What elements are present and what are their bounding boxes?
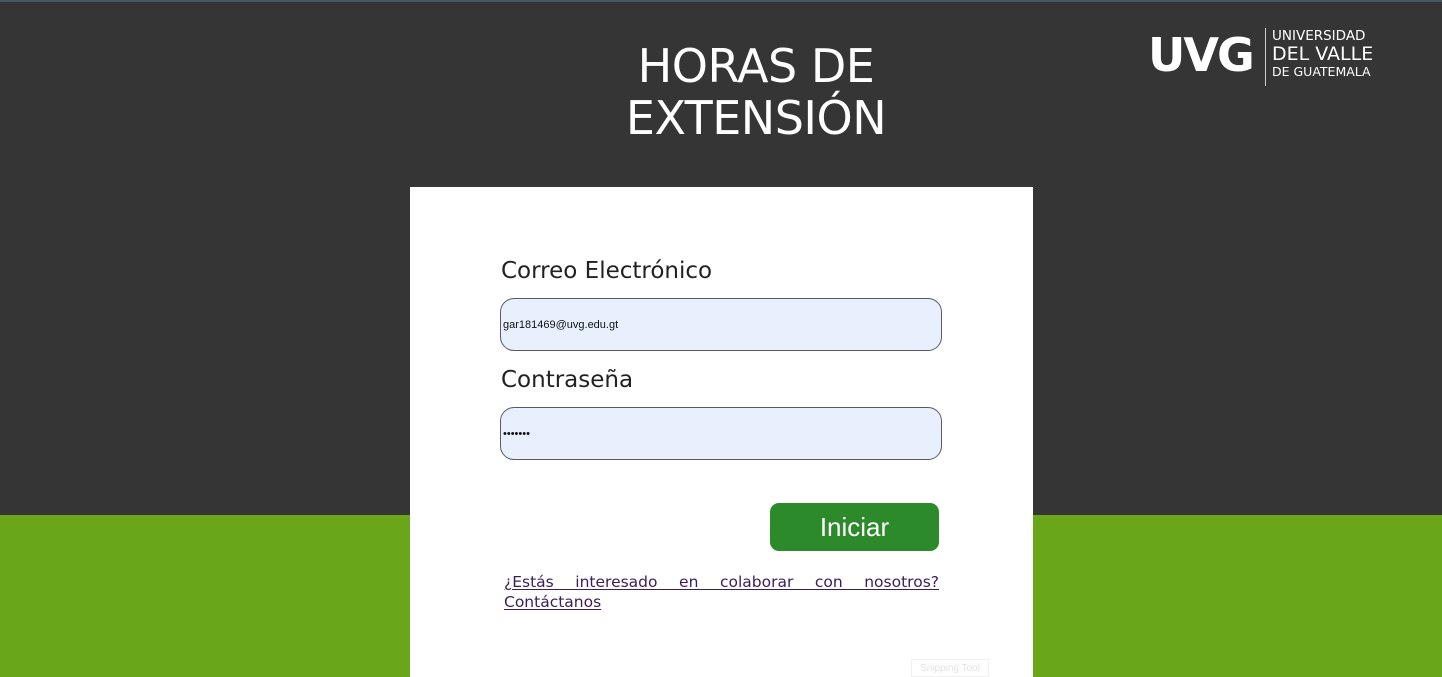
contact-link-container: ¿Estás interesado en colaborar con nosot…: [504, 572, 939, 612]
contact-link-line1: ¿Estás interesado en colaborar con nosot…: [504, 573, 939, 591]
logo-line1: UNIVERSIDAD: [1272, 28, 1366, 44]
login-button[interactable]: Iniciar: [770, 503, 939, 551]
password-label: Contraseña: [501, 367, 634, 393]
password-field[interactable]: [500, 407, 942, 460]
email-label: Correo Electrónico: [501, 258, 713, 284]
contact-link[interactable]: ¿Estás interesado en colaborar con nosot…: [504, 572, 939, 612]
login-page: HORAS DE EXTENSIÓN UVG UNIVERSIDAD DEL V…: [0, 0, 1442, 677]
uvg-logo: UVG UNIVERSIDAD DEL VALLE DE GUATEMALA: [1148, 26, 1388, 88]
logo-mark: UVG: [1148, 28, 1255, 82]
page-title-line2: EXTENSIÓN: [625, 91, 887, 145]
contact-link-line2: Contáctanos: [504, 593, 602, 611]
logo-divider: [1265, 28, 1266, 86]
page-title-line1: HORAS DE: [637, 39, 875, 93]
email-field[interactable]: [500, 298, 942, 351]
page-title: HORAS DE EXTENSIÓN: [556, 40, 956, 144]
logo-line2: DEL VALLE: [1272, 43, 1374, 65]
logo-wordmark: UNIVERSIDAD DEL VALLE DE GUATEMALA: [1272, 28, 1374, 80]
login-card: Correo Electrónico Contraseña Iniciar ¿E…: [410, 187, 1033, 677]
snipping-tool-badge: Snipping Tool: [911, 659, 989, 677]
logo-line3: DE GUATEMALA: [1272, 64, 1371, 79]
